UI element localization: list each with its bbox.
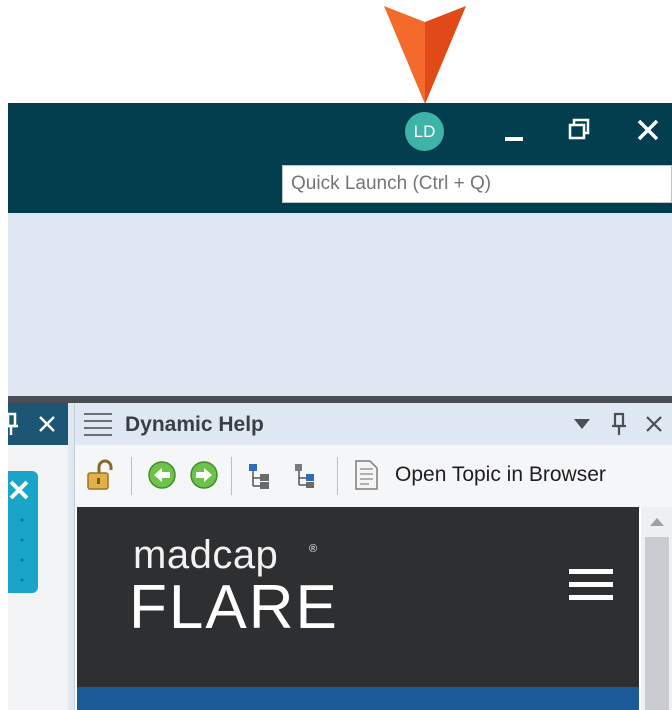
lock-icon — [87, 459, 113, 490]
left-panel-header — [8, 403, 68, 445]
forward-arrow-icon — [190, 461, 218, 489]
brand-madcap-text: madcap — [133, 533, 279, 577]
toolbar-separator — [337, 457, 338, 495]
dropdown-icon[interactable] — [573, 417, 591, 431]
document-icon — [355, 460, 378, 490]
dynamic-help-header: Dynamic Help — [75, 403, 672, 445]
help-browser-view: madcap ® FLARE — [75, 507, 672, 710]
forward-button[interactable] — [189, 459, 219, 491]
application-window: LD Quick Launch (Ctrl + Q) Dynamic Help … — [8, 103, 672, 710]
toc-browse-button[interactable] — [291, 459, 321, 491]
site-header: madcap ® FLARE — [77, 507, 639, 687]
pin-icon[interactable] — [610, 411, 630, 437]
back-button[interactable] — [147, 459, 177, 491]
open-topic-button[interactable] — [351, 459, 381, 491]
title-bar: LD — [8, 103, 672, 213]
close-icon — [637, 119, 659, 141]
toolbar-separator — [131, 457, 132, 495]
left-panel — [8, 403, 68, 710]
panel-divider — [8, 396, 672, 403]
collapsed-panel-tab[interactable] — [8, 471, 38, 593]
brand-flare-text: FLARE — [129, 573, 339, 642]
close-button[interactable] — [628, 111, 668, 151]
close-icon[interactable] — [36, 413, 58, 435]
pointer-arrow-icon — [384, 6, 466, 104]
toc-tree-icon — [249, 464, 269, 489]
minimize-button[interactable] — [495, 111, 535, 151]
dynamic-help-panel: Dynamic Help Open Topic in Browser madca… — [74, 403, 672, 710]
pin-icon[interactable] — [8, 411, 24, 437]
lock-button[interactable] — [85, 459, 115, 491]
toolbar-separator — [231, 457, 232, 495]
close-icon[interactable] — [8, 477, 34, 503]
close-icon[interactable] — [643, 413, 665, 435]
hamburger-menu-icon[interactable] — [567, 565, 615, 605]
scroll-thumb[interactable] — [645, 537, 669, 710]
restore-icon — [568, 118, 590, 140]
drag-handle-icon[interactable] — [20, 517, 24, 583]
scroll-up-icon[interactable] — [649, 515, 665, 529]
toc-sync-button[interactable] — [245, 459, 275, 491]
toc-tree-icon — [295, 464, 314, 488]
back-arrow-icon — [148, 461, 176, 489]
dynamic-help-toolbar: Open Topic in Browser — [75, 445, 672, 507]
quick-launch-input[interactable] — [282, 165, 672, 203]
brand-registered-mark: ® — [309, 543, 318, 555]
vertical-scrollbar[interactable] — [641, 507, 672, 710]
minimize-icon — [505, 137, 523, 141]
restore-button[interactable] — [561, 111, 601, 151]
menu-lines-icon[interactable] — [83, 412, 113, 436]
user-avatar[interactable]: LD — [405, 112, 444, 151]
panel-title: Dynamic Help — [125, 413, 264, 436]
open-topic-label[interactable]: Open Topic in Browser — [395, 461, 606, 489]
site-nav-bar — [77, 687, 639, 710]
